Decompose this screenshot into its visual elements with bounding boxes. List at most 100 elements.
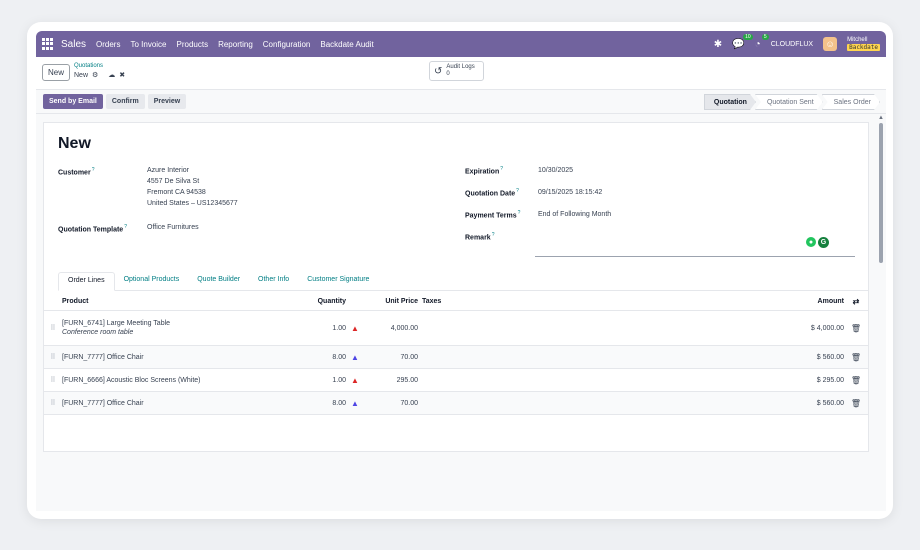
row-quantity[interactable]: 8.00: [308, 354, 346, 361]
col-quantity[interactable]: Quantity: [308, 298, 346, 305]
help-icon[interactable]: ?: [92, 167, 95, 173]
drag-handle-icon[interactable]: ⠿: [44, 353, 62, 361]
menu-configuration[interactable]: Configuration: [263, 40, 311, 49]
row-product[interactable]: [FURN_7777] Office Chair: [62, 400, 308, 407]
table-row[interactable]: ⠿ [FURN_7777] Office Chair 8.00 ▲ 70.00 …: [44, 346, 868, 369]
audit-logs-button[interactable]: ↺ Audit Logs 0: [429, 61, 484, 81]
menu-to-invoice[interactable]: To Invoice: [130, 40, 166, 49]
table-row[interactable]: ⠿ [FURN_7777] Office Chair 8.00 ▲ 70.00 …: [44, 392, 868, 415]
tab-optional-products[interactable]: Optional Products: [115, 272, 189, 290]
new-button[interactable]: New: [42, 64, 71, 81]
row-amount: $ 4,000.00: [810, 324, 844, 332]
apps-menu-icon[interactable]: [42, 38, 54, 50]
row-description[interactable]: Conference room table: [62, 329, 308, 336]
customer-name: Azure Interior: [147, 167, 190, 174]
grammarly-icon[interactable]: G: [818, 237, 829, 248]
forecast-chart-icon[interactable]: ▲: [346, 376, 364, 385]
activity-badge: 5: [761, 33, 769, 40]
customer-field[interactable]: Azure Interior 4557 De Silva St Fremont …: [147, 165, 238, 209]
preview-button[interactable]: Preview: [147, 94, 187, 109]
menu-products[interactable]: Products: [177, 40, 209, 49]
row-amount: $ 560.00: [816, 353, 844, 361]
menu-reporting[interactable]: Reporting: [218, 40, 253, 49]
discard-icon[interactable]: ✖: [119, 71, 125, 80]
tab-order-lines[interactable]: Order Lines: [58, 272, 115, 291]
scrollbar[interactable]: [879, 123, 883, 263]
app-name[interactable]: Sales: [61, 39, 86, 50]
breadcrumb-quotations[interactable]: Quotations: [74, 62, 125, 71]
grammarly-widget[interactable]: ● G: [806, 237, 829, 248]
status-bar: Quotation Quotation Sent Sales Order: [705, 94, 880, 110]
user-avatar[interactable]: ☺: [823, 37, 838, 51]
trash-icon[interactable]: 🗑: [844, 376, 868, 385]
row-unit-price[interactable]: 70.00: [364, 400, 418, 407]
row-unit-price[interactable]: 295.00: [364, 377, 418, 384]
chat-icon[interactable]: 💬 10: [732, 33, 753, 50]
odoo-app: Sales Orders To Invoice Products Reporti…: [36, 31, 886, 511]
remark-label: Remark?: [465, 232, 495, 242]
help-icon[interactable]: ?: [516, 188, 519, 194]
trash-icon[interactable]: 🗑: [844, 353, 868, 362]
customer-address-line1: 4557 De Silva St: [147, 178, 200, 185]
optional-columns-icon[interactable]: ⇄: [844, 297, 868, 306]
row-product[interactable]: [FURN_6741] Large Meeting Table: [62, 320, 308, 327]
col-unit-price[interactable]: Unit Price: [364, 298, 418, 305]
row-quantity[interactable]: 8.00: [308, 400, 346, 407]
confirm-button[interactable]: Confirm: [105, 94, 145, 109]
trash-icon[interactable]: 🗑: [844, 399, 868, 408]
status-sales-order[interactable]: Sales Order: [822, 94, 880, 110]
row-product[interactable]: [FURN_6666] Acoustic Bloc Screens (White…: [62, 377, 308, 384]
chat-badge: 10: [743, 33, 753, 40]
tab-customer-signature[interactable]: Customer Signature: [298, 272, 378, 290]
table-row[interactable]: ⠿ [FURN_6741] Large Meeting Table Confer…: [44, 311, 868, 346]
send-by-email-button[interactable]: Send by Email: [43, 94, 103, 109]
status-quotation-sent[interactable]: Quotation Sent: [755, 94, 823, 110]
bug-icon[interactable]: ✱: [714, 39, 722, 50]
quotation-date-field[interactable]: 09/15/2025 18:15:42: [538, 187, 602, 198]
help-icon[interactable]: ?: [124, 224, 127, 230]
user-menu[interactable]: Mitchell Backdate: [847, 37, 880, 51]
save-cloud-icon[interactable]: ☁: [108, 71, 115, 80]
drag-handle-icon[interactable]: ⠿: [44, 324, 62, 332]
remark-field[interactable]: [535, 256, 855, 257]
help-icon[interactable]: ?: [492, 232, 495, 238]
payment-terms-label: Payment Terms?: [465, 210, 521, 220]
row-unit-price[interactable]: 4,000.00: [364, 325, 418, 332]
menu-orders[interactable]: Orders: [96, 40, 120, 49]
company-switcher[interactable]: CLOUDFLUX: [771, 41, 813, 48]
help-icon[interactable]: ?: [518, 210, 521, 216]
forecast-chart-icon[interactable]: ▲: [346, 324, 364, 333]
scroll-up-arrow[interactable]: ▲: [878, 115, 884, 121]
location-pin-icon[interactable]: ●: [806, 237, 816, 247]
top-navbar: Sales Orders To Invoice Products Reporti…: [36, 31, 886, 57]
menu-backdate-audit[interactable]: Backdate Audit: [320, 40, 373, 49]
trash-icon[interactable]: 🗑: [844, 324, 868, 333]
payment-terms-field[interactable]: End of Following Month: [538, 209, 611, 220]
expiration-field[interactable]: 10/30/2025: [538, 165, 573, 176]
tab-quote-builder[interactable]: Quote Builder: [188, 272, 249, 290]
quotation-date-label: Quotation Date?: [465, 188, 519, 198]
tab-other-info[interactable]: Other Info: [249, 272, 298, 290]
help-icon[interactable]: ?: [500, 166, 503, 172]
status-quotation[interactable]: Quotation: [704, 94, 756, 110]
table-header: Product Quantity Unit Price Taxes Amount…: [44, 292, 868, 311]
row-amount: $ 560.00: [816, 399, 844, 407]
forecast-chart-icon[interactable]: ▲: [346, 399, 364, 408]
table-row[interactable]: ⠿ [FURN_6666] Acoustic Bloc Screens (Whi…: [44, 369, 868, 392]
row-quantity[interactable]: 1.00: [308, 377, 346, 384]
row-quantity[interactable]: 1.00: [308, 325, 346, 332]
row-product[interactable]: [FURN_7777] Office Chair: [62, 354, 308, 361]
activity-clock-icon[interactable]: ◔ 5: [755, 33, 769, 50]
col-product[interactable]: Product: [62, 298, 308, 305]
col-amount[interactable]: Amount: [784, 298, 844, 305]
row-unit-price[interactable]: 70.00: [364, 354, 418, 361]
drag-handle-icon[interactable]: ⠿: [44, 376, 62, 384]
col-taxes[interactable]: Taxes: [418, 298, 784, 305]
audit-label: Audit Logs: [446, 64, 475, 70]
template-field[interactable]: Office Furnitures: [147, 222, 199, 233]
gear-icon[interactable]: ⚙: [92, 71, 98, 80]
record-title: New: [58, 135, 91, 152]
forecast-chart-icon[interactable]: ▲: [346, 353, 364, 362]
drag-handle-icon[interactable]: ⠿: [44, 399, 62, 407]
order-lines-table: Product Quantity Unit Price Taxes Amount…: [44, 292, 868, 415]
